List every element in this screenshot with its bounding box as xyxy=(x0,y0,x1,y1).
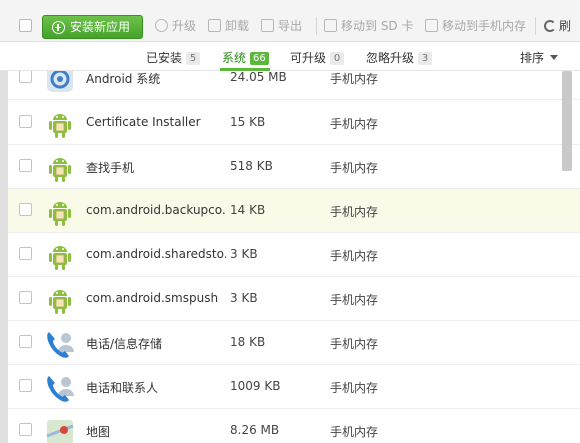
sort-label: 排序 xyxy=(520,51,545,65)
tab-upgradable[interactable]: 可升级 0 xyxy=(290,50,345,68)
export-icon xyxy=(261,19,274,32)
maps-icon xyxy=(46,420,74,443)
export-label: 导出 xyxy=(278,19,303,33)
category-tabs: 已安装 5 系统 66 可升级 0 忽略升级 3 排序 xyxy=(0,43,580,71)
tab-installed-count: 5 xyxy=(186,52,201,65)
app-location: 手机内存 xyxy=(330,117,379,131)
row-checkbox[interactable] xyxy=(19,203,32,216)
app-size: 1009 KB xyxy=(230,379,281,393)
export-button[interactable]: 导出 xyxy=(261,16,302,36)
app-name: 电话和联系人 xyxy=(86,381,159,395)
refresh-label: 刷 xyxy=(559,19,572,33)
app-name: 查找手机 xyxy=(86,161,135,175)
uninstall-label: 卸载 xyxy=(225,19,250,33)
vertical-scrollbar[interactable] xyxy=(562,71,572,171)
install-new-app-button[interactable]: 安装新应用 xyxy=(42,15,143,39)
app-size: 18 KB xyxy=(230,335,266,349)
list-item[interactable]: 电话/信息存储 18 KB 手机内存 xyxy=(8,321,580,365)
app-location: 手机内存 xyxy=(330,72,379,86)
phone-contacts-icon xyxy=(47,376,74,402)
tab-system-label: 系统 xyxy=(222,51,247,65)
tab-upgradable-label: 可升级 xyxy=(290,51,327,65)
list-item[interactable]: com.android.sharedsto... 3 KB 手机内存 xyxy=(8,233,580,277)
app-location: 手机内存 xyxy=(330,161,379,175)
phone-icon xyxy=(425,19,438,32)
upgrade-icon xyxy=(155,19,168,32)
list-item[interactable]: com.android.backupco... 14 KB 手机内存 xyxy=(8,189,580,233)
app-size: 24.05 MB xyxy=(230,71,287,84)
tab-upgradable-count: 0 xyxy=(330,52,345,65)
app-location: 手机内存 xyxy=(330,293,379,307)
move-to-phone-button[interactable]: 移动到手机内存 xyxy=(425,16,526,36)
row-checkbox[interactable] xyxy=(19,159,32,172)
app-name: com.android.sharedsto... xyxy=(86,247,226,261)
android-settings-icon xyxy=(47,71,73,92)
list-item[interactable]: Certificate Installer 15 KB 手机内存 xyxy=(8,101,580,145)
install-new-app-label: 安装新应用 xyxy=(70,20,131,34)
app-list: Android 系统 24.05 MB 手机内存 Certificate Ins… xyxy=(0,71,580,443)
uninstall-button[interactable]: 卸载 xyxy=(208,16,249,36)
app-location: 手机内存 xyxy=(330,337,379,351)
app-location: 手机内存 xyxy=(330,249,379,263)
toolbar: 安装新应用 升级 卸载 导出 移动到 SD 卡 移动到手机内存 刷 xyxy=(0,0,580,42)
android-robot-icon xyxy=(49,290,71,314)
tab-system-count: 66 xyxy=(250,52,269,65)
app-name: 电话/信息存储 xyxy=(86,337,163,351)
tab-installed-label: 已安装 xyxy=(146,51,183,65)
toolbar-divider xyxy=(535,17,536,35)
move-to-phone-label: 移动到手机内存 xyxy=(442,19,527,33)
tab-ignored-label: 忽略升级 xyxy=(366,51,415,65)
phone-contacts-icon xyxy=(47,332,74,358)
list-item[interactable]: 电话和联系人 1009 KB 手机内存 xyxy=(8,365,580,409)
android-robot-icon xyxy=(49,158,71,182)
row-checkbox[interactable] xyxy=(19,335,32,348)
move-to-sd-label: 移动到 SD 卡 xyxy=(341,19,414,33)
app-size: 3 KB xyxy=(230,247,258,261)
sd-card-icon xyxy=(324,19,337,32)
list-item[interactable]: com.android.smspush 3 KB 手机内存 xyxy=(8,277,580,321)
app-name: 地图 xyxy=(86,425,111,439)
android-robot-icon xyxy=(49,202,71,226)
app-size: 15 KB xyxy=(230,115,266,129)
android-robot-icon xyxy=(49,246,71,270)
list-item[interactable]: Android 系统 24.05 MB 手机内存 xyxy=(8,71,580,100)
refresh-icon xyxy=(544,20,556,32)
app-location: 手机内存 xyxy=(330,205,379,219)
row-checkbox[interactable] xyxy=(19,423,32,436)
sort-dropdown[interactable]: 排序 xyxy=(520,50,559,68)
move-to-sd-button[interactable]: 移动到 SD 卡 xyxy=(324,16,414,36)
select-all-checkbox[interactable] xyxy=(19,19,32,32)
app-size: 8.26 MB xyxy=(230,423,280,437)
list-item[interactable]: 查找手机 518 KB 手机内存 xyxy=(8,145,580,189)
row-checkbox[interactable] xyxy=(19,115,32,128)
app-size: 3 KB xyxy=(230,291,258,305)
tab-system[interactable]: 系统 66 xyxy=(222,50,269,68)
list-item[interactable]: 地图 8.26 MB 手机内存 xyxy=(8,409,580,443)
android-robot-icon xyxy=(49,114,71,138)
plus-circle-icon xyxy=(52,21,65,34)
trash-icon xyxy=(208,19,221,32)
row-checkbox[interactable] xyxy=(19,247,32,260)
upgrade-button[interactable]: 升级 xyxy=(155,16,196,36)
app-size: 14 KB xyxy=(230,203,266,217)
row-checkbox[interactable] xyxy=(19,71,32,83)
refresh-button[interactable]: 刷 xyxy=(544,16,571,36)
app-location: 手机内存 xyxy=(330,381,379,395)
app-name: Certificate Installer xyxy=(86,115,201,129)
row-checkbox[interactable] xyxy=(19,291,32,304)
app-name: com.android.backupco... xyxy=(86,203,226,217)
tab-ignored-count: 3 xyxy=(418,52,433,65)
app-location: 手机内存 xyxy=(330,425,379,439)
row-checkbox[interactable] xyxy=(19,379,32,392)
upgrade-label: 升级 xyxy=(172,19,197,33)
tab-ignored[interactable]: 忽略升级 3 xyxy=(366,50,433,68)
app-name: Android 系统 xyxy=(86,72,161,86)
tab-installed[interactable]: 已安装 5 xyxy=(146,50,201,68)
app-name: com.android.smspush xyxy=(86,291,219,305)
app-size: 518 KB xyxy=(230,159,273,173)
chevron-down-icon xyxy=(550,55,559,60)
toolbar-divider xyxy=(316,17,317,35)
